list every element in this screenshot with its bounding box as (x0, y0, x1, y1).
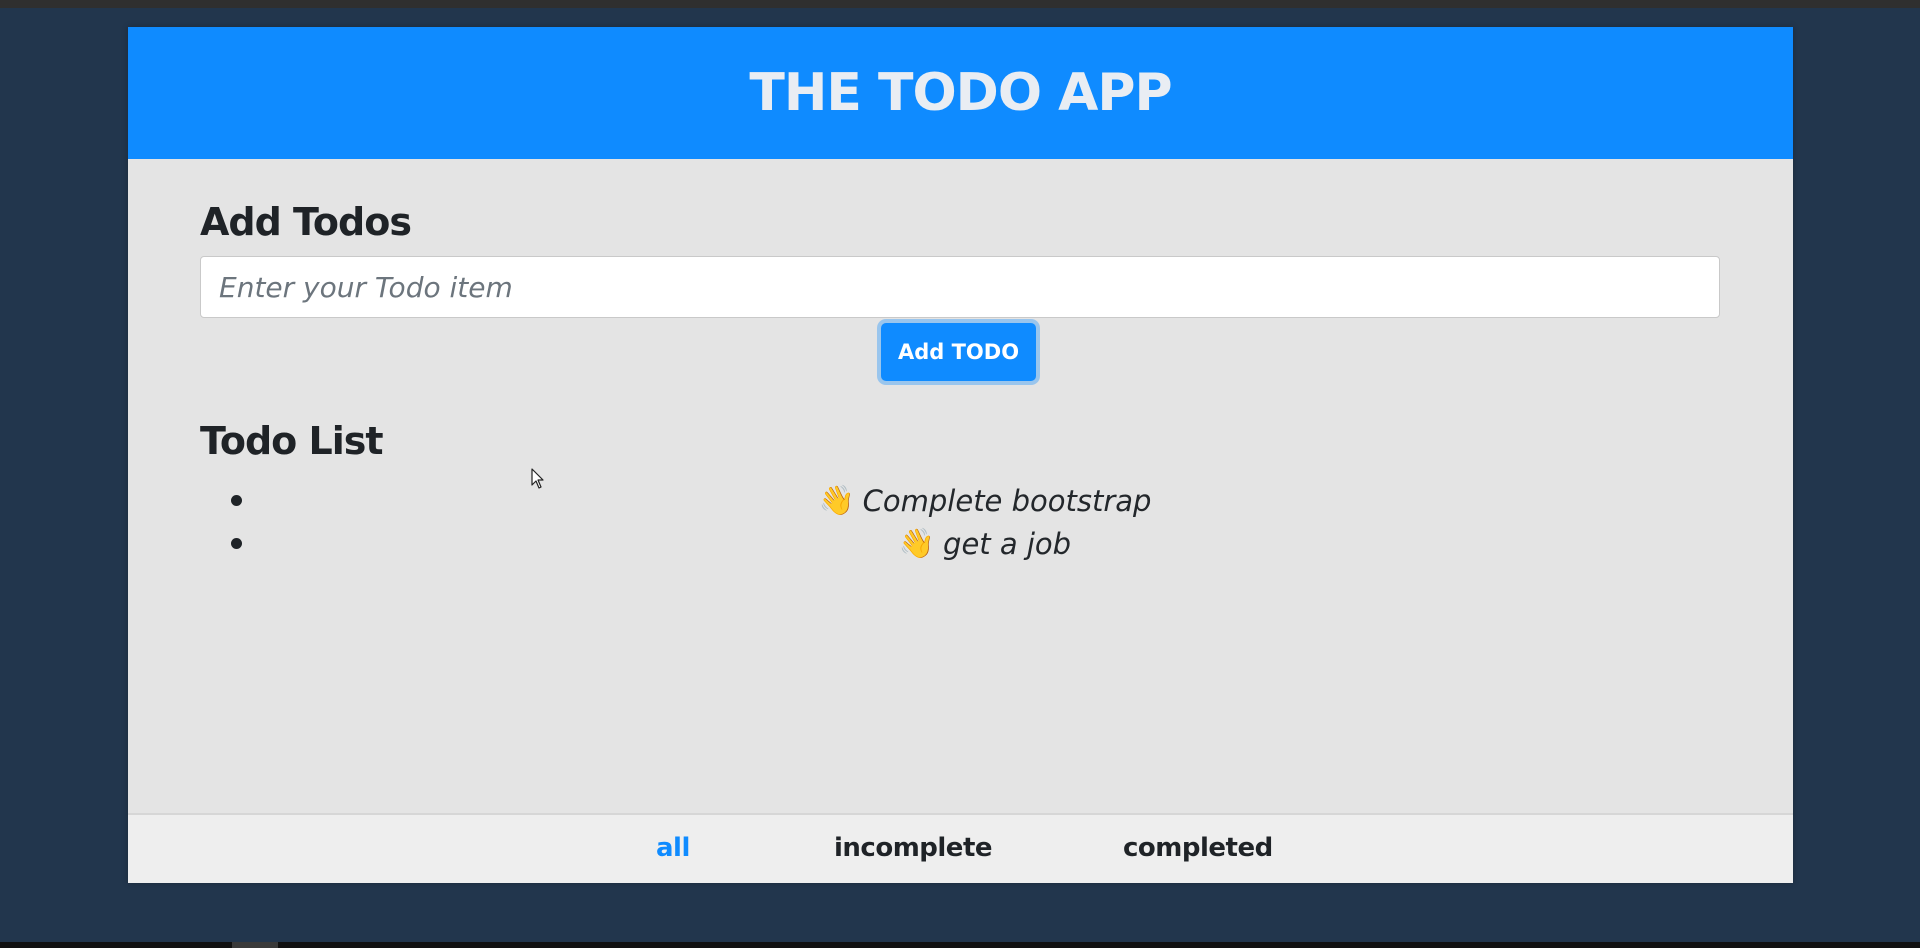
filter-bar: all incomplete completed (128, 813, 1793, 883)
todo-input[interactable] (200, 256, 1720, 318)
todo-list: 👋 Complete bootstrap 👋 get a job (200, 479, 1720, 565)
todo-item-content: 👋 Complete bootstrap (819, 483, 1152, 518)
add-todo-button[interactable]: Add TODO (881, 323, 1036, 381)
todo-list-heading: Todo List (200, 419, 384, 463)
filter-all-link[interactable]: all (656, 833, 690, 863)
todo-item-text: get a job (943, 526, 1072, 561)
mouse-cursor-icon (531, 468, 544, 489)
taskbar-stub (232, 942, 278, 948)
waving-hand-icon: 👋 (818, 483, 855, 517)
add-todos-heading: Add Todos (200, 200, 412, 244)
todo-item-text: Complete bootstrap (862, 483, 1152, 518)
waving-hand-icon: 👋 (898, 526, 936, 560)
bullet-icon (231, 495, 242, 506)
list-item[interactable]: 👋 get a job (200, 522, 1720, 565)
todo-app-container: THE TODO APP Add Todos Add TODO Todo Lis… (128, 27, 1793, 883)
app-main: Add Todos Add TODO Todo List 👋 Complete … (128, 159, 1793, 809)
app-title: THE TODO APP (749, 63, 1172, 123)
filter-completed-link[interactable]: completed (1123, 833, 1273, 863)
filter-incomplete-link[interactable]: incomplete (834, 833, 993, 863)
list-item[interactable]: 👋 Complete bootstrap (200, 479, 1720, 522)
bullet-icon (231, 538, 242, 549)
browser-top-strip (0, 0, 1920, 8)
browser-bottom-strip (0, 942, 1920, 948)
app-header: THE TODO APP (128, 27, 1793, 159)
todo-item-content: 👋 get a job (899, 526, 1071, 561)
